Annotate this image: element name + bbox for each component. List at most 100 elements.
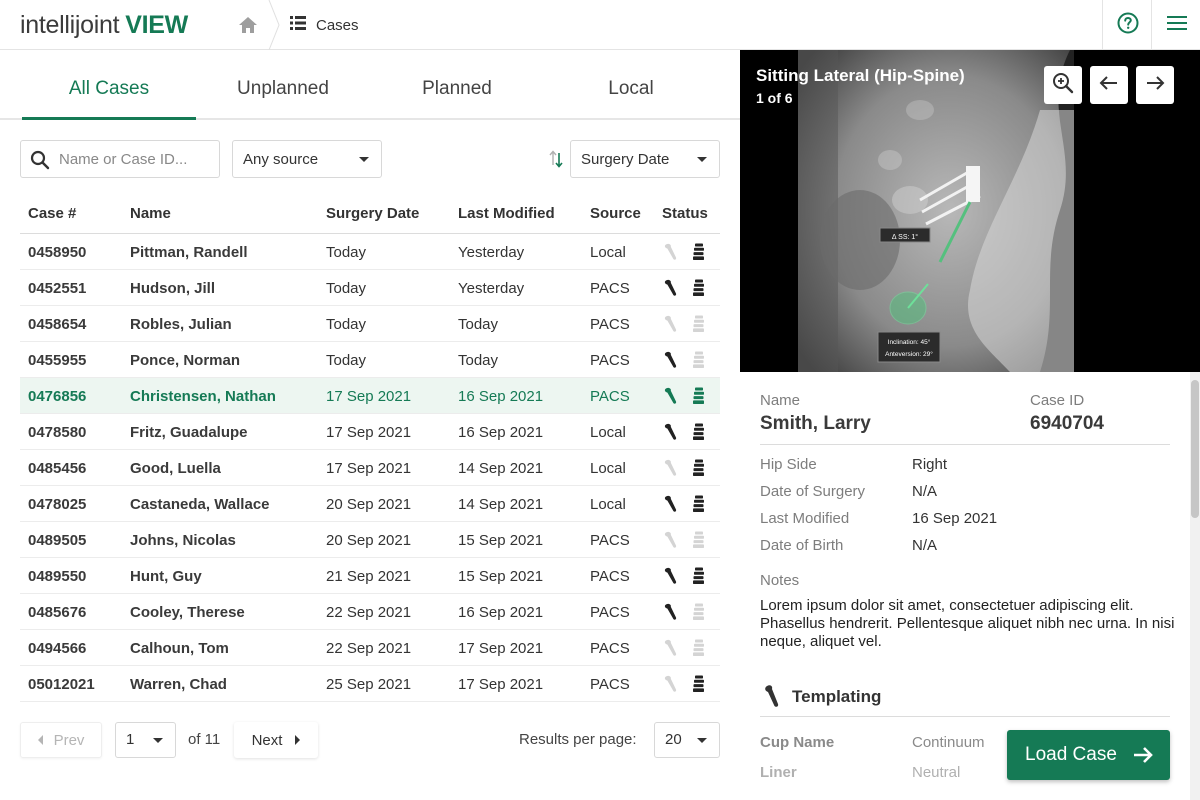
table-row[interactable]: 0476856 Christensen, Nathan 17 Sep 2021 16 …	[20, 378, 720, 414]
prev-page-button[interactable]: Prev	[20, 722, 102, 758]
next-image-button[interactable]	[1136, 66, 1174, 104]
last-modified-cell: 17 Sep 2021	[458, 640, 544, 657]
case-number: 0455955	[28, 352, 87, 369]
spine-status-icon	[692, 639, 706, 657]
surgery-date-cell: Today	[326, 244, 367, 261]
spine-status-icon	[692, 603, 706, 621]
table-row[interactable]: 0494566 Calhoun, Tom 22 Sep 2021 17 Sep 202…	[20, 630, 720, 666]
tab-local[interactable]: Local	[544, 78, 718, 118]
hamburger-icon	[1166, 15, 1187, 36]
sort-select-value: Surgery Date	[581, 151, 670, 168]
results-per-page-select[interactable]: 20	[654, 722, 720, 758]
last-modified-cell: Today	[458, 352, 499, 369]
case-number: 0485456	[28, 460, 87, 477]
home-icon[interactable]	[236, 13, 260, 37]
spine-status-icon	[692, 531, 706, 549]
table-row[interactable]: 0485676 Cooley, Therese 22 Sep 2021 16 Sep …	[20, 594, 720, 630]
page-select[interactable]: 1	[115, 722, 176, 758]
help-button[interactable]	[1102, 0, 1152, 50]
table-row[interactable]: 0489550 Hunt, Guy 21 Sep 2021 15 Sep 2021 PA…	[20, 558, 720, 594]
surgery-date-cell: 25 Sep 2021	[326, 676, 412, 693]
source-select[interactable]: Any source	[232, 140, 382, 178]
hip-status-icon	[664, 423, 680, 441]
table-row[interactable]: 0478580 Fritz, Guadalupe 17 Sep 2021 16 Sep…	[20, 414, 720, 450]
case-id-label: Case ID	[1030, 392, 1085, 409]
prev-label: Prev	[53, 731, 85, 749]
tab-planned[interactable]: Planned	[370, 78, 544, 118]
xray-viewer[interactable]: Δ SS: 1° Inclination: 45° Anteversion: 2…	[740, 50, 1200, 372]
anteversion-annotation: Anteversion: 29°	[885, 350, 933, 358]
search-box	[20, 140, 220, 178]
patient-name-cell: Johns, Nicolas	[130, 532, 236, 549]
case-number: 0494566	[28, 640, 87, 657]
case-number: 0476856	[28, 388, 87, 405]
chevron-down-icon	[153, 738, 163, 743]
table-header: Case # Name Surgery Date Last Modified S…	[20, 198, 720, 234]
sort-select[interactable]: Surgery Date	[570, 140, 720, 178]
breadcrumb-label: Cases	[316, 16, 359, 34]
spine-status-icon	[692, 315, 706, 333]
xray-image: Δ SS: 1° Inclination: 45° Anteversion: 2…	[798, 50, 1074, 372]
column-header-source[interactable]: Source	[590, 205, 641, 222]
column-header-name[interactable]: Name	[130, 205, 171, 222]
table-row[interactable]: 0458950 Pittman, Randell Today Yesterday Loc…	[20, 234, 720, 270]
case-id-value: 6940704	[1030, 413, 1104, 434]
last-modified-value: 16 Sep 2021	[912, 510, 998, 527]
search-input[interactable]	[59, 147, 215, 171]
breadcrumb-separator	[268, 0, 280, 50]
source-cell: Local	[590, 244, 626, 261]
load-case-button[interactable]: Load Case	[1007, 730, 1170, 780]
scrollbar-thumb[interactable]	[1191, 380, 1199, 518]
date-of-surgery-value: N/A	[912, 483, 938, 500]
hip-status-icon	[664, 639, 680, 657]
table-row[interactable]: 0458654 Robles, Julian Today Today PACS	[20, 306, 720, 342]
source-cell: PACS	[590, 352, 630, 369]
patient-name-cell: Hudson, Jill	[130, 280, 216, 297]
column-header-surgery-date[interactable]: Surgery Date	[326, 205, 419, 222]
date-of-surgery-label: Date of Surgery	[760, 483, 866, 500]
source-cell: PACS	[590, 604, 630, 621]
spine-status-icon	[692, 279, 706, 297]
tab-unplanned[interactable]: Unplanned	[196, 78, 370, 118]
column-header-status[interactable]: Status	[662, 205, 708, 222]
source-cell: PACS	[590, 388, 630, 405]
arrow-left-icon	[1099, 75, 1119, 96]
next-page-button[interactable]: Next	[234, 722, 318, 758]
table-row[interactable]: 0452551 Hudson, Jill Today Yesterday PACS	[20, 270, 720, 306]
table-row[interactable]: 0478025 Castaneda, Wallace 20 Sep 2021 14 S…	[20, 486, 720, 522]
tab-all-cases[interactable]: All Cases	[22, 78, 196, 120]
date-of-birth-value: N/A	[912, 537, 938, 554]
spine-status-icon	[692, 567, 706, 585]
search-icon	[30, 150, 50, 170]
hip-status-icon	[664, 387, 680, 405]
breadcrumb[interactable]: Cases	[290, 14, 359, 36]
list-icon	[290, 15, 306, 35]
table-row[interactable]: 0485456 Good, Luella 17 Sep 2021 14 Sep 202…	[20, 450, 720, 486]
case-number: 0489550	[28, 568, 87, 585]
surgery-date-cell: Today	[326, 316, 367, 333]
table-row[interactable]: 05012021 Warren, Chad 25 Sep 2021 17 Sep 20…	[20, 666, 720, 702]
surgery-date-cell: 17 Sep 2021	[326, 460, 412, 477]
column-header-last-modified[interactable]: Last Modified	[458, 205, 555, 222]
hip-status-icon	[664, 567, 680, 585]
app-logo[interactable]: intellijoint VIEW	[20, 11, 188, 39]
zoom-button[interactable]	[1044, 66, 1082, 104]
source-cell: PACS	[590, 640, 630, 657]
page-total: of 11	[188, 731, 221, 748]
hip-status-icon	[664, 603, 680, 621]
liner-label: Liner	[760, 764, 797, 781]
patient-name-cell: Castaneda, Wallace	[130, 496, 270, 513]
sort-direction-icon[interactable]	[548, 149, 564, 174]
last-modified-cell: Today	[458, 316, 499, 333]
table-row[interactable]: 0455955 Ponce, Norman Today Today PACS	[20, 342, 720, 378]
menu-button[interactable]	[1151, 0, 1200, 50]
table-row[interactable]: 0489505 Johns, Nicolas 20 Sep 2021 15 Sep 2…	[20, 522, 720, 558]
liner-value: Neutral	[912, 764, 961, 781]
spine-status-icon	[692, 423, 706, 441]
surgery-date-cell: 20 Sep 2021	[326, 532, 412, 549]
case-tabs: All Cases Unplanned Planned Local	[0, 50, 740, 120]
previous-image-button[interactable]	[1090, 66, 1128, 104]
source-cell: PACS	[590, 532, 630, 549]
results-per-page-value: 20	[665, 731, 682, 748]
column-header-case[interactable]: Case #	[28, 205, 76, 222]
